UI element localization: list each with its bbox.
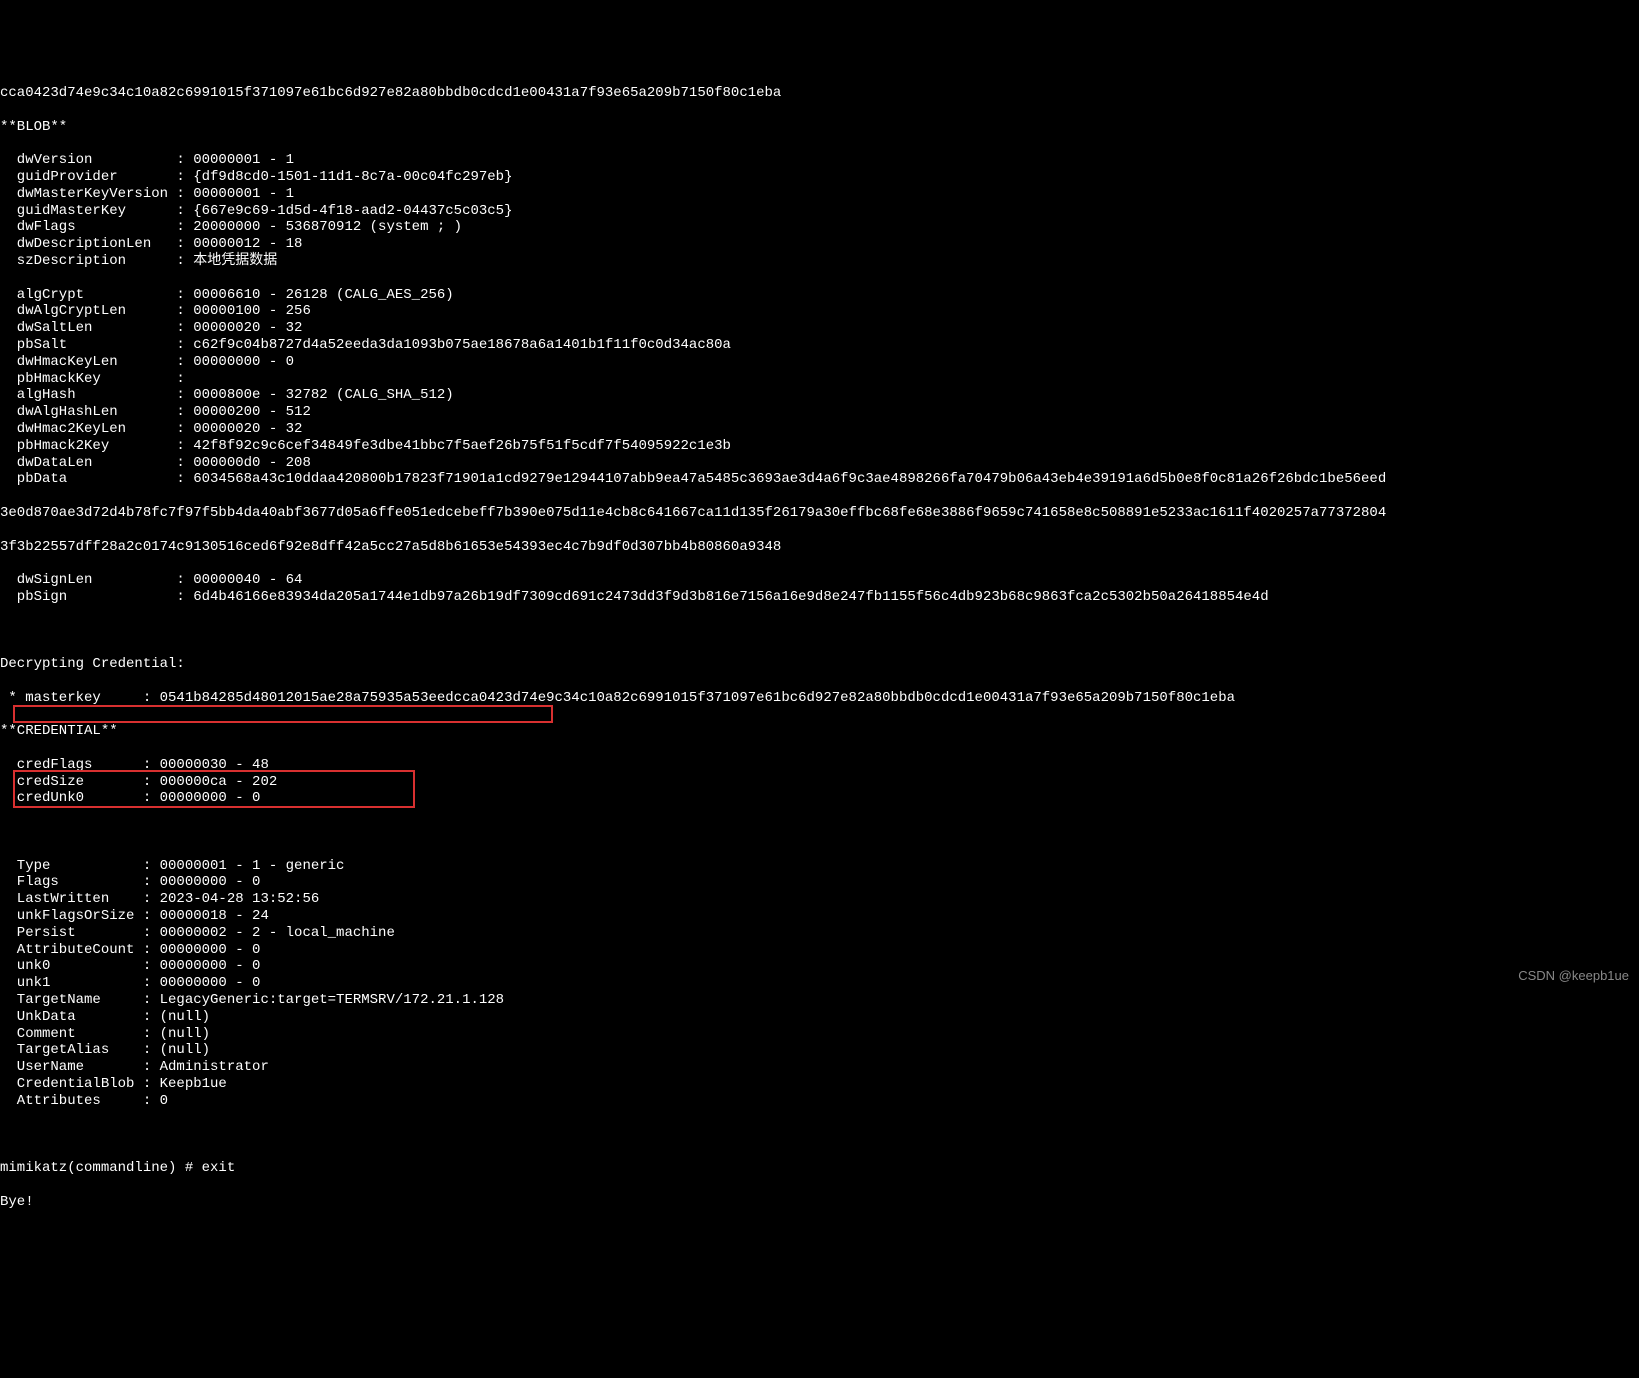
kv-line: guidMasterKey : {667e9c69-1d5d-4f18-aad2…	[0, 203, 1639, 220]
kv-line: dwSignLen : 00000040 - 64	[0, 572, 1639, 589]
pbdata-cont1: 3e0d870ae3d72d4b78fc7f97f5bb4da40abf3677…	[0, 505, 1639, 522]
bye-line: Bye!	[0, 1194, 1639, 1211]
hash-line: cca0423d74e9c34c10a82c6991015f371097e61b…	[0, 85, 1639, 102]
kv-line: dwHmacKeyLen : 00000000 - 0	[0, 354, 1639, 371]
kv-line: unk1 : 00000000 - 0	[0, 975, 1639, 992]
kv-line: UnkData : (null)	[0, 1009, 1639, 1026]
kv-line: dwHmac2KeyLen : 00000020 - 32	[0, 421, 1639, 438]
credential-header: **CREDENTIAL**	[0, 723, 1639, 740]
kv-line: AttributeCount : 00000000 - 0	[0, 942, 1639, 959]
kv-line: dwFlags : 20000000 - 536870912 (system ;…	[0, 219, 1639, 236]
kv-line: Persist : 00000002 - 2 - local_machine	[0, 925, 1639, 942]
kv-line: pbSalt : c62f9c04b8727d4a52eeda3da1093b0…	[0, 337, 1639, 354]
kv-line: dwAlgHashLen : 00000200 - 512	[0, 404, 1639, 421]
kv-line: CredentialBlob : Keepb1ue	[0, 1076, 1639, 1093]
kv-line: dwVersion : 00000001 - 1	[0, 152, 1639, 169]
kv-line: credUnk0 : 00000000 - 0	[0, 790, 1639, 807]
kv-line: algHash : 0000800e - 32782 (CALG_SHA_512…	[0, 387, 1639, 404]
kv-line: UserName : Administrator	[0, 1059, 1639, 1076]
kv-line: dwMasterKeyVersion : 00000001 - 1	[0, 186, 1639, 203]
blank-line	[0, 824, 1639, 841]
blob-header: **BLOB**	[0, 119, 1639, 136]
kv-line: pbHmackKey :	[0, 371, 1639, 388]
kv-line: pbHmack2Key : 42f8f92c9c6cef34849fe3dbe4…	[0, 438, 1639, 455]
kv-line: dwDataLen : 000000d0 - 208	[0, 455, 1639, 472]
kv-line: dwAlgCryptLen : 00000100 - 256	[0, 303, 1639, 320]
decrypting-label: Decrypting Credential:	[0, 656, 1639, 673]
kv-line: guidProvider : {df9d8cd0-1501-11d1-8c7a-…	[0, 169, 1639, 186]
watermark-text: CSDN @keepb1ue	[1518, 968, 1629, 984]
pbdata-cont2: 3f3b22557dff28a2c0174c9130516ced6f92e8df…	[0, 539, 1639, 556]
kv-line: Type : 00000001 - 1 - generic	[0, 858, 1639, 875]
kv-line	[0, 270, 1639, 287]
kv-line: LastWritten : 2023-04-28 13:52:56	[0, 891, 1639, 908]
kv-line: pbData : 6034568a43c10ddaa420800b17823f7…	[0, 471, 1639, 488]
kv-line: Attributes : 0	[0, 1093, 1639, 1110]
kv-line: credSize : 000000ca - 202	[0, 774, 1639, 791]
kv-line: TargetAlias : (null)	[0, 1042, 1639, 1059]
kv-line: unk0 : 00000000 - 0	[0, 958, 1639, 975]
masterkey-line: * masterkey : 0541b84285d48012015ae28a75…	[0, 690, 1639, 707]
terminal-output: cca0423d74e9c34c10a82c6991015f371097e61b…	[0, 67, 1639, 1227]
kv-line: dwSaltLen : 00000020 - 32	[0, 320, 1639, 337]
kv-line: TargetName : LegacyGeneric:target=TERMSR…	[0, 992, 1639, 1009]
kv-line: unkFlagsOrSize : 00000018 - 24	[0, 908, 1639, 925]
kv-line: szDescription : 本地凭据数据	[0, 253, 1639, 270]
kv-line: dwDescriptionLen : 00000012 - 18	[0, 236, 1639, 253]
blank-line	[0, 1126, 1639, 1143]
kv-line: credFlags : 00000030 - 48	[0, 757, 1639, 774]
mimikatz-prompt[interactable]: mimikatz(commandline) # exit	[0, 1160, 1639, 1177]
kv-line: Flags : 00000000 - 0	[0, 874, 1639, 891]
blank-line	[0, 622, 1639, 639]
kv-line: pbSign : 6d4b46166e83934da205a1744e1db97…	[0, 589, 1639, 606]
kv-line: Comment : (null)	[0, 1026, 1639, 1043]
kv-line: algCrypt : 00006610 - 26128 (CALG_AES_25…	[0, 287, 1639, 304]
